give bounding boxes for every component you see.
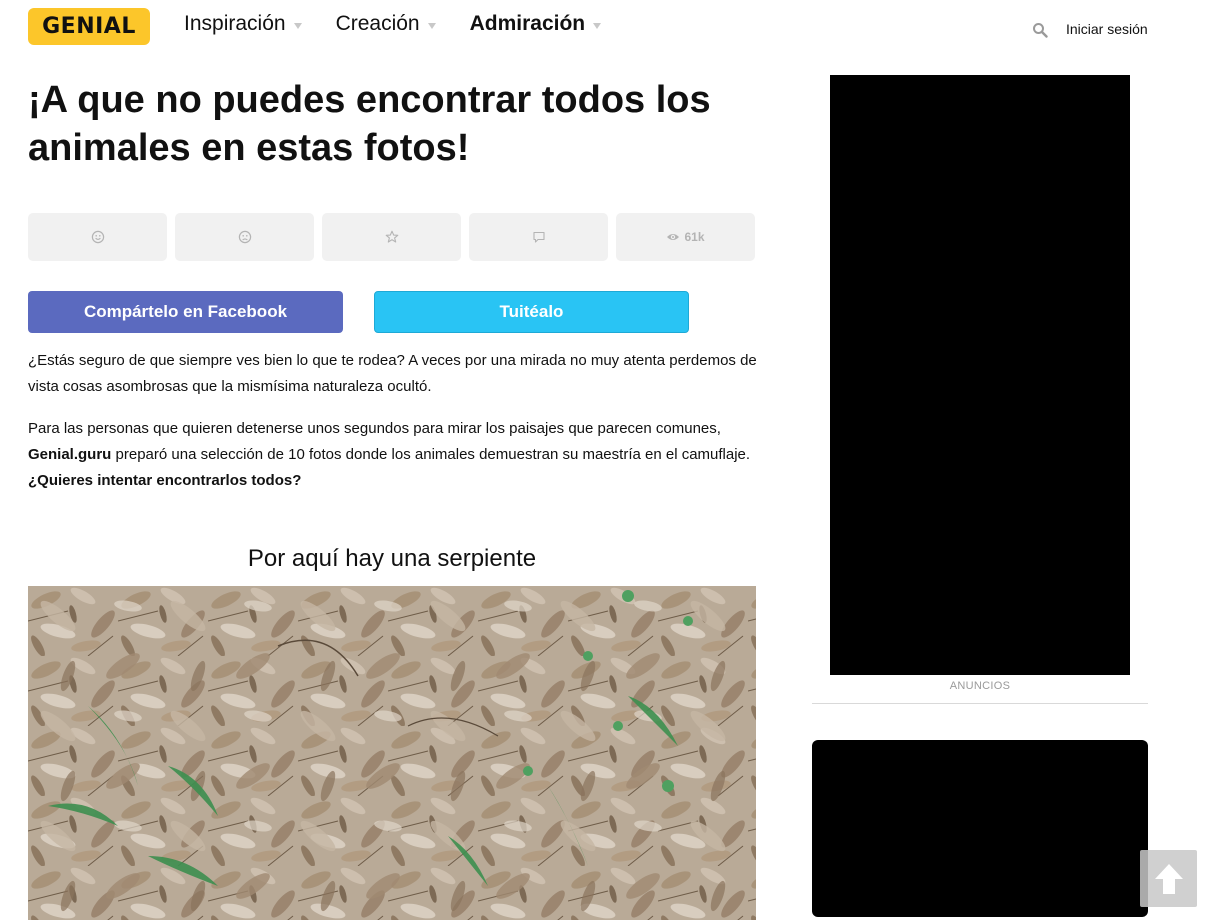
paragraph-text: preparó una selección de 10 fotos donde … [111,446,751,463]
nav-item-label: Inspiración [184,12,286,35]
site-logo[interactable]: GENIAL [28,8,150,45]
smile-icon [91,230,104,244]
nav-item-creacion[interactable]: Creación [336,12,436,36]
sidebar-ad[interactable] [830,75,1130,675]
reaction-star-button[interactable] [322,213,461,261]
reactions-bar: 61k [28,213,755,261]
question-text: ¿Quieres intentar encontrarlos todos? [28,472,302,489]
paragraph-text: Para las personas que quieren detenerse … [28,420,721,437]
chevron-down-icon [593,22,602,29]
nav-item-inspiracion[interactable]: Inspiración [184,12,302,36]
login-link[interactable]: Iniciar sesión [1066,21,1148,37]
leaf-litter-photo [28,586,756,920]
comment-icon [532,231,545,243]
reaction-smile-button[interactable] [28,213,167,261]
nav-item-label: Admiración [469,12,586,35]
scroll-to-top-button[interactable] [1140,850,1197,907]
sidebar-ad-2[interactable] [812,740,1148,917]
views-count: 61k [684,230,705,244]
article-title: ¡A que no puedes encontrar todos los ani… [28,79,711,169]
intro-paragraph: ¿Estás seguro de que siempre ves bien lo… [28,352,757,395]
share-twitter-button[interactable]: Tuitéalo [374,291,689,333]
arrow-up-icon [1154,863,1183,894]
main-nav: Inspiración Creación Admiración [184,12,635,36]
section-subtitle: Por aquí hay una serpiente [247,545,537,572]
ads-label: ANUNCIOS [949,680,1011,692]
nav-item-admiracion[interactable]: Admiración [470,12,602,36]
eye-icon [667,234,680,240]
brand-link[interactable]: Genial.guru [28,446,111,463]
star-icon [385,230,398,243]
chevron-down-icon [293,22,302,29]
chevron-down-icon [427,22,436,29]
sad-icon [238,230,251,244]
article-photo [28,586,756,920]
reaction-views: 61k [616,213,755,261]
search-icon[interactable] [1032,22,1048,38]
intro-paragraph-2: Para las personas que quieren detenerse … [28,416,768,494]
share-facebook-button[interactable]: Compártelo en Facebook [28,291,343,333]
reaction-comment-button[interactable] [469,213,608,261]
nav-item-label: Creación [335,12,420,35]
divider [812,703,1148,704]
reaction-sad-button[interactable] [175,213,314,261]
